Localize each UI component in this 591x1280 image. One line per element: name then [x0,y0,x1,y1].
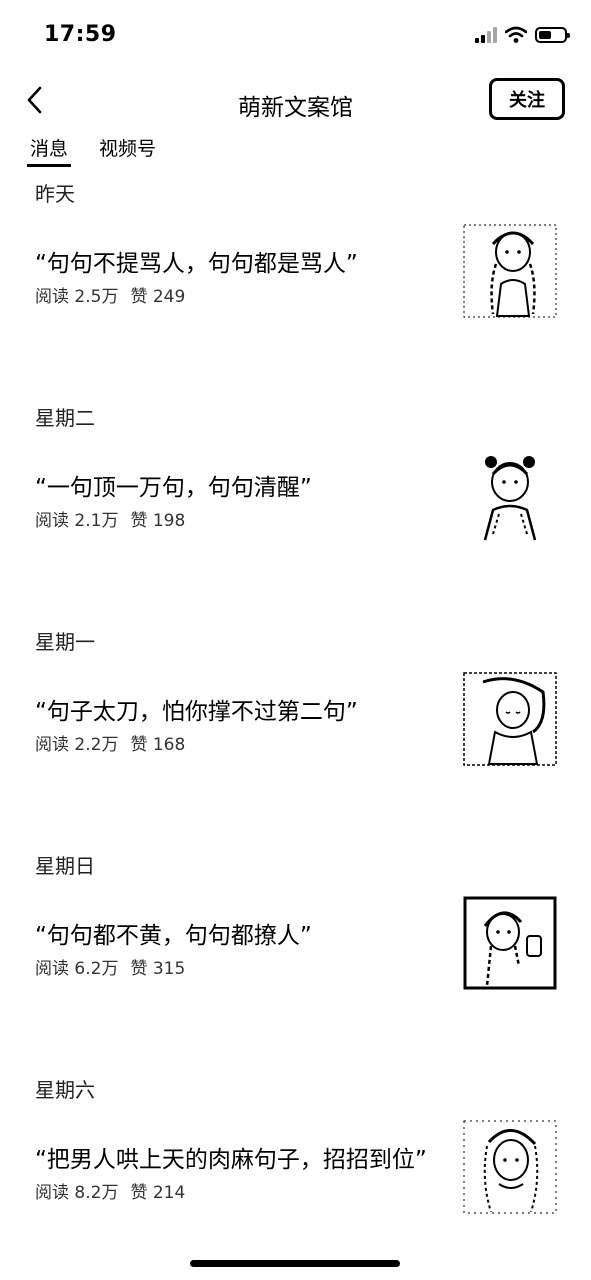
follow-button[interactable]: 关注 [489,78,565,120]
like-count: 315 [152,959,186,979]
article-thumbnail[interactable] [463,224,557,318]
tab-bar: 消息 视频号 [0,130,591,167]
status-icons [475,24,570,46]
read-count: 6.2万 [74,959,119,979]
battery-icon [535,27,570,43]
like-label: 赞 [130,959,148,979]
like-label: 赞 [130,735,148,755]
status-bar: 17:59 [0,0,591,70]
like-count: 249 [152,287,186,307]
date-header: 星期日 [35,854,95,878]
home-indicator[interactable] [190,1260,400,1267]
read-count: 2.1万 [74,511,119,531]
article-stats: 阅读 2.2万赞 168 [35,730,185,755]
article-title: “句句都不黄，句句都撩人” [35,923,312,949]
date-header: 星期六 [35,1078,95,1102]
article-stats: 阅读 8.2万赞 214 [35,1178,185,1203]
article-stats: 阅读 2.1万赞 198 [35,506,185,531]
read-label: 阅读 [35,959,69,979]
read-count: 2.2万 [74,735,119,755]
article-title: “句子太刀，怕你撑不过第二句” [35,699,358,725]
article-stats: 阅读 6.2万赞 315 [35,954,185,979]
read-count: 2.5万 [74,287,119,307]
tab-messages[interactable]: 消息 [26,134,72,167]
date-header: 昨天 [35,182,75,206]
article-title: “句句不提骂人，句句都是骂人” [35,251,358,277]
date-header: 星期一 [35,630,95,654]
article-title: “一句顶一万句，句句清醒” [35,475,312,501]
like-label: 赞 [130,287,148,307]
read-label: 阅读 [35,511,69,531]
like-count: 168 [152,735,186,755]
read-label: 阅读 [35,735,69,755]
article-thumbnail[interactable] [463,672,557,766]
date-header: 星期二 [35,406,95,430]
like-label: 赞 [130,1183,148,1203]
wifi-icon [505,26,527,43]
article-stats: 阅读 2.5万赞 249 [35,282,185,307]
like-label: 赞 [130,511,148,531]
article-thumbnail[interactable] [463,448,557,542]
article-title: “把男人哄上天的肉麻句子，招招到位” [35,1147,427,1173]
read-count: 8.2万 [74,1183,119,1203]
status-time: 17:59 [44,22,117,47]
nav-bar: 萌新文案馆 关注 [0,70,591,134]
read-label: 阅读 [35,287,69,307]
article-thumbnail[interactable] [463,1120,557,1214]
read-label: 阅读 [35,1183,69,1203]
like-count: 198 [152,511,186,531]
tab-channels[interactable]: 视频号 [99,134,156,161]
article-thumbnail[interactable] [463,896,557,990]
signal-icon [475,27,497,43]
like-count: 214 [152,1183,186,1203]
